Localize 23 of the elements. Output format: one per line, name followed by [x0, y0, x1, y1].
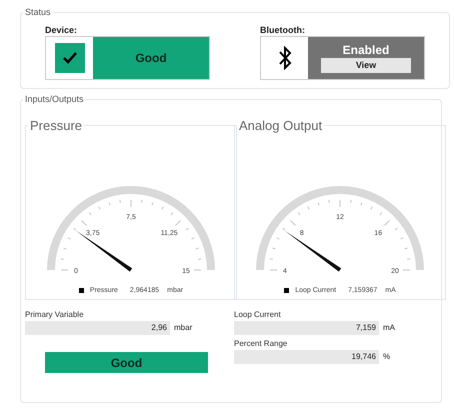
legend-swatch — [78, 288, 84, 294]
value-field: 7,159 — [234, 321, 379, 335]
group-title: Status — [24, 6, 52, 19]
legend-swatch — [284, 288, 290, 294]
device-status: Good — [93, 36, 209, 78]
field-label: Percent Range — [234, 338, 288, 350]
bluetooth-icon — [278, 46, 292, 70]
check-icon — [62, 50, 78, 64]
field-label: Loop Current — [234, 309, 282, 321]
unit-label: mA — [383, 322, 395, 334]
bluetooth-label: Bluetooth: — [260, 24, 306, 36]
value-field: 2,96 — [25, 321, 170, 335]
group-title: Inputs/Outputs — [24, 92, 85, 106]
panel-title: Analog Output — [238, 117, 324, 135]
unit-label: mbar — [174, 322, 192, 334]
panel-title: Pressure — [29, 117, 84, 135]
bluetooth-status: Enabled — [342, 42, 390, 56]
field-label: Primary Variable — [25, 309, 85, 321]
device-label: Device: — [45, 24, 78, 36]
unit-label: % — [383, 351, 390, 363]
status-button[interactable]: Good — [45, 352, 208, 373]
value-field: 19,746 — [234, 350, 379, 364]
view-button[interactable]: View — [321, 58, 411, 72]
